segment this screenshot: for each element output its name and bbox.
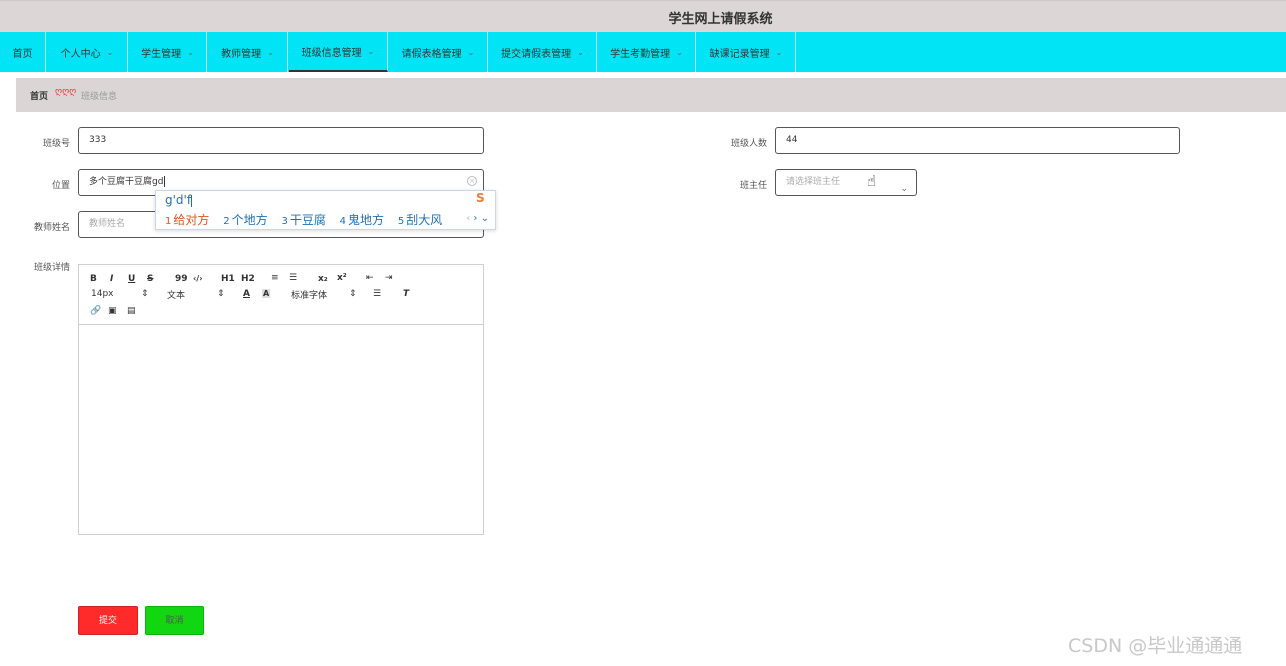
updown-icon: ⇕ bbox=[141, 289, 149, 299]
nav-item-label: 学生管理 bbox=[141, 48, 182, 60]
breadcrumb-current: 班级信息 bbox=[81, 92, 118, 102]
head-teacher-label: 班主任 bbox=[739, 181, 767, 191]
ime-candidate[interactable]: 2 个地方 bbox=[223, 213, 267, 227]
text-caret bbox=[164, 176, 166, 187]
ime-candidates: 1 给对方 2 个地方 3 干豆腐 4 鬼地方 5 刮大风 bbox=[165, 211, 452, 228]
breadcrumb-home[interactable]: 首页 bbox=[30, 89, 48, 102]
clear-icon[interactable]: × bbox=[467, 176, 477, 186]
nav-item-class-info-mgmt[interactable]: 班级信息管理 ⌄ bbox=[289, 32, 388, 72]
font-size-select[interactable]: 14px bbox=[91, 289, 114, 299]
nav-item-teacher-mgmt[interactable]: 教师管理 ⌄ bbox=[208, 32, 288, 72]
chevron-down-icon: ⌄ bbox=[577, 47, 584, 57]
subscript-icon[interactable]: x₂ bbox=[318, 274, 328, 284]
rich-text-editor: B I U S 99 ‹/› H1 H2 ≡ ☰ x₂ x² ⇤ ⇥ 14px … bbox=[78, 264, 484, 535]
nav-item-label: 个人中心 bbox=[60, 48, 101, 60]
details-label: 班级详情 bbox=[33, 263, 70, 273]
code-icon[interactable]: ‹/› bbox=[193, 274, 203, 283]
ime-candidate[interactable]: 5 刮大风 bbox=[398, 213, 442, 227]
nav-item-label: 班级信息管理 bbox=[301, 47, 362, 59]
nav-item-label: 教师管理 bbox=[221, 48, 262, 60]
heading1-icon[interactable]: H1 bbox=[221, 274, 235, 284]
expand-icon[interactable]: ⌄ bbox=[481, 213, 489, 224]
ordered-list-icon[interactable]: ≡ bbox=[271, 273, 279, 283]
prev-page-icon[interactable]: ‹ bbox=[466, 213, 470, 224]
nav-item-attendance-mgmt[interactable]: 学生考勤管理 ⌄ bbox=[598, 32, 696, 72]
chevron-down-icon: ⌄ bbox=[775, 47, 783, 57]
chevron-down-icon: ⌄ bbox=[106, 47, 114, 57]
strike-icon[interactable]: S bbox=[147, 274, 153, 284]
chevron-down-icon: ⌄ bbox=[267, 47, 274, 57]
nav-item-label: 缺课记录管理 bbox=[709, 48, 770, 60]
underline-icon[interactable]: U bbox=[128, 274, 135, 284]
nav-item-label: 请假表格管理 bbox=[401, 48, 462, 60]
chevron-down-icon: ⌄ bbox=[467, 47, 475, 57]
editor-toolbar: B I U S 99 ‹/› H1 H2 ≡ ☰ x₂ x² ⇤ ⇥ 14px … bbox=[79, 265, 483, 325]
watermark: CSDN @毕业通通通 bbox=[1068, 635, 1243, 657]
bullet-list-icon[interactable]: ☰ bbox=[289, 273, 297, 283]
bold-icon[interactable]: B bbox=[90, 274, 97, 284]
font-color-icon[interactable]: A bbox=[243, 289, 250, 299]
title-bar: 学生网上请假系统 bbox=[0, 0, 1286, 32]
nav-item-submit-leave-mgmt[interactable]: 提交请假表管理 ⌄ bbox=[489, 32, 597, 72]
ime-nav: ‹ › ⌄ bbox=[466, 213, 489, 224]
nav-item-student-mgmt[interactable]: 学生管理 ⌄ bbox=[129, 32, 207, 72]
ime-logo-icon: S bbox=[476, 191, 485, 205]
cancel-button[interactable]: 取消 bbox=[145, 606, 204, 635]
updown-icon: ⇕ bbox=[217, 289, 225, 299]
font-family-select[interactable]: 标准字体 bbox=[291, 288, 327, 301]
nav-item-leave-form-mgmt[interactable]: 请假表格管理 ⌄ bbox=[389, 32, 488, 72]
location-label: 位置 bbox=[51, 181, 70, 191]
editor-body[interactable] bbox=[79, 326, 483, 534]
ime-composition: g'd'f bbox=[165, 193, 193, 207]
nav-item-personal-center[interactable]: 个人中心 ⌄ bbox=[47, 32, 128, 72]
chevron-down-icon: ⌄ bbox=[187, 47, 194, 57]
text-style-select[interactable]: 文本 bbox=[167, 288, 185, 301]
breadcrumb: 首页 ღღღ 班级信息 bbox=[16, 78, 1286, 112]
ime-candidate[interactable]: 4 鬼地方 bbox=[340, 213, 384, 227]
app-title: 学生网上请假系统 bbox=[668, 12, 773, 27]
chevron-down-icon: ⌄ bbox=[367, 46, 375, 56]
head-teacher-placeholder: 请选择班主任 bbox=[786, 177, 841, 187]
submit-button[interactable]: 提交 bbox=[78, 606, 138, 635]
indent-icon[interactable]: ⇥ bbox=[385, 273, 393, 283]
breadcrumb-separator: ღღღ bbox=[55, 87, 77, 97]
top-nav: 首页 个人中心 ⌄ 学生管理 ⌄ 教师管理 ⌄ 班级信息管理 ⌄ 请假表格管理 ⌄ 提交请… bbox=[0, 32, 1286, 72]
italic-icon[interactable]: I bbox=[110, 274, 113, 284]
chevron-down-icon: ⌄ bbox=[900, 184, 908, 194]
location-value: 多个豆腐干豆腐gd bbox=[89, 177, 164, 187]
next-page-icon[interactable]: › bbox=[473, 213, 477, 224]
background-color-icon[interactable]: A bbox=[262, 289, 271, 298]
class-size-label: 班级人数 bbox=[730, 139, 767, 149]
ime-candidate-popup: g'd'f 1 给对方 2 个地方 3 干豆腐 4 鬼地方 5 刮大风 ‹ › ⌄ S bbox=[155, 190, 496, 230]
class-no-label: 班级号 bbox=[42, 139, 70, 149]
outdent-icon[interactable]: ⇤ bbox=[366, 273, 374, 283]
head-teacher-select[interactable]: 请选择班主任 ⌄ bbox=[775, 169, 917, 196]
ime-candidate[interactable]: 3 干豆腐 bbox=[281, 213, 325, 227]
align-icon[interactable]: ☰ bbox=[373, 289, 381, 299]
chevron-down-icon: ⌄ bbox=[676, 47, 683, 57]
teacher-name-label: 教师姓名 bbox=[33, 223, 70, 233]
image-icon[interactable]: ▣ bbox=[108, 306, 117, 316]
updown-icon: ⇕ bbox=[349, 289, 357, 299]
teacher-name-placeholder: 教师姓名 bbox=[89, 219, 126, 229]
video-icon[interactable]: ▤ bbox=[127, 306, 136, 316]
nav-item-label: 提交请假表管理 bbox=[501, 48, 572, 60]
superscript-icon[interactable]: x² bbox=[337, 273, 347, 283]
ime-candidate[interactable]: 1 给对方 bbox=[165, 213, 209, 227]
nav-item-absence-mgmt[interactable]: 缺课记录管理 ⌄ bbox=[697, 32, 796, 72]
class-size-input[interactable]: 44 bbox=[775, 127, 1180, 154]
class-no-input[interactable]: 333 bbox=[78, 127, 484, 154]
link-icon[interactable]: 🔗 bbox=[90, 306, 101, 316]
nav-item-label: 首页 bbox=[12, 48, 33, 60]
nav-item-label: 学生考勤管理 bbox=[610, 48, 671, 60]
blockquote-icon[interactable]: 99 bbox=[175, 274, 188, 284]
heading2-icon[interactable]: H2 bbox=[241, 274, 255, 284]
nav-item-home[interactable]: 首页 bbox=[0, 32, 46, 72]
clear-format-icon[interactable]: T bbox=[403, 289, 409, 299]
hand-pointer-icon: ☝ bbox=[867, 172, 877, 190]
